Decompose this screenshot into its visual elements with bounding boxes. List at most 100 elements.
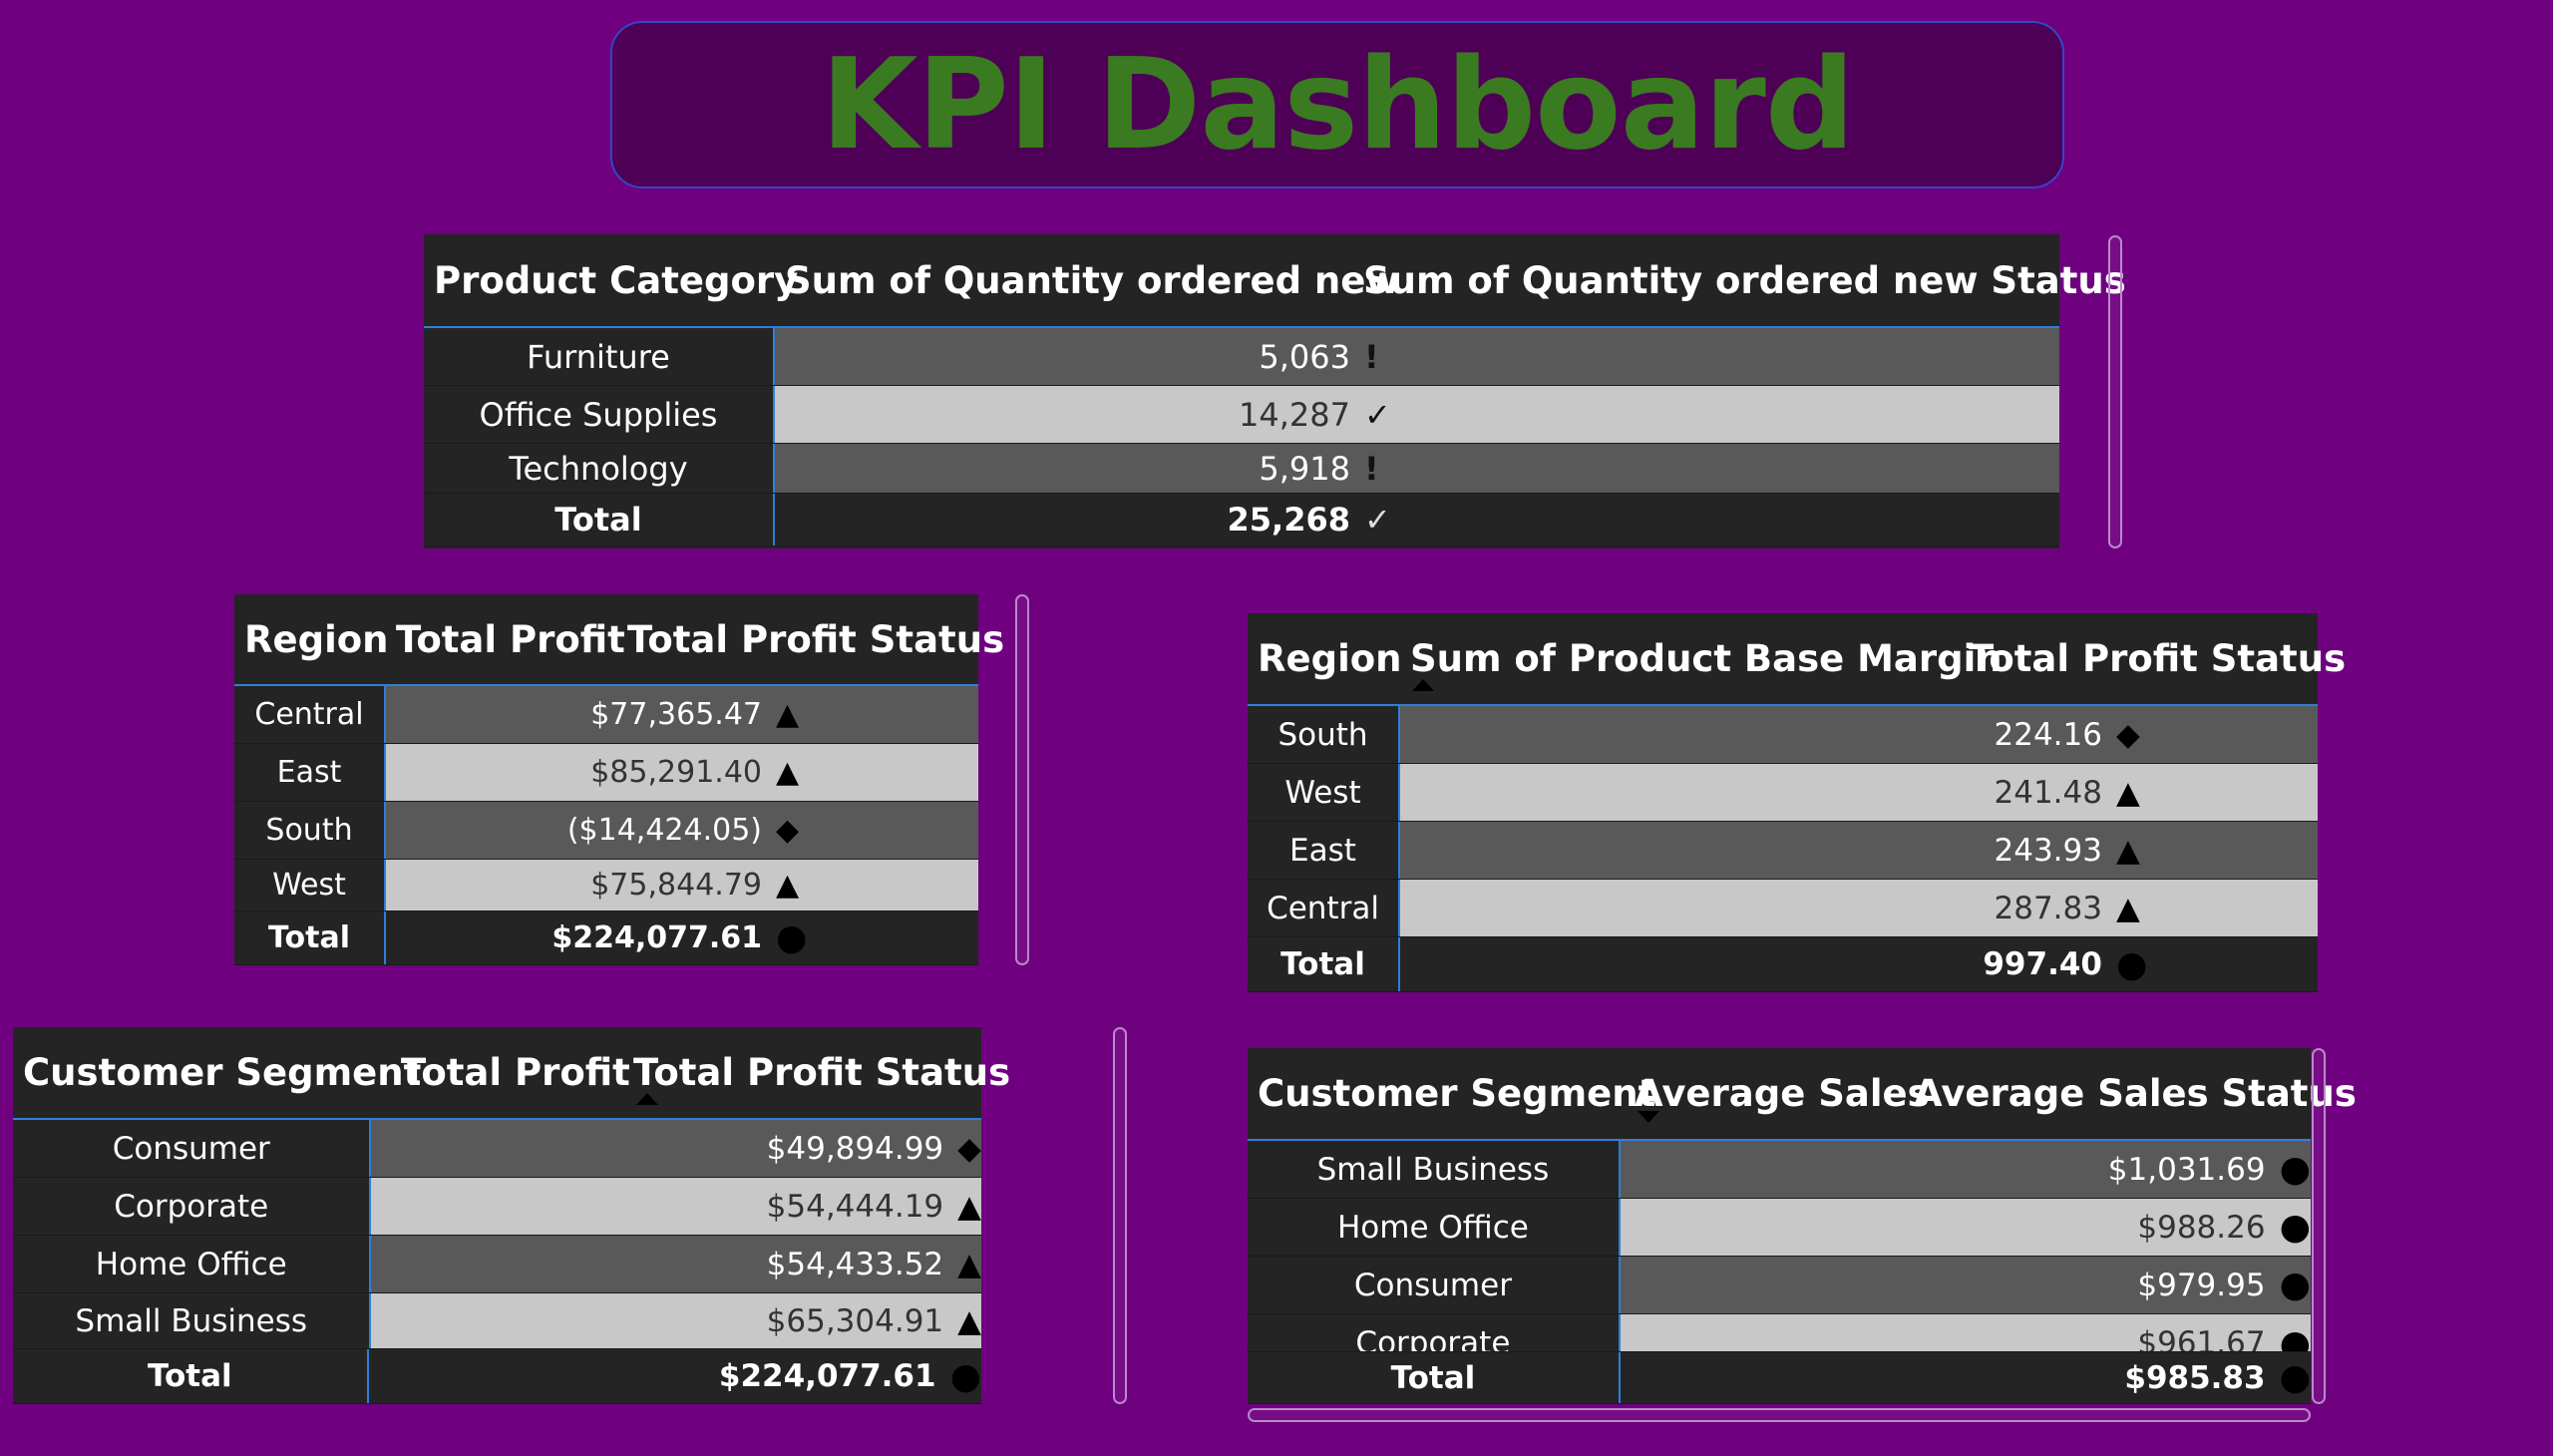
row-value: 243.93 [1400, 822, 2102, 879]
column-header[interactable]: Average Sales [1625, 1072, 1930, 1115]
warning-icon: ! [1350, 328, 2059, 385]
table-row[interactable]: Home Office $988.26 ● [1248, 1199, 2311, 1257]
horizontal-scrollbar[interactable] [1248, 1408, 2311, 1422]
column-header[interactable]: Region [234, 618, 389, 661]
region-margin-table[interactable]: Region Sum of Product Base Margin Total … [1248, 613, 2346, 992]
triangle-up-icon: ▲ [943, 1236, 981, 1292]
circle-icon: ● [762, 911, 978, 964]
row-label: Central [234, 686, 386, 743]
row-value: 287.83 [1400, 880, 2102, 936]
row-value: 241.48 [1400, 764, 2102, 821]
column-header[interactable]: Customer Segment [1248, 1072, 1655, 1115]
row-value: $65,304.91 [371, 1293, 944, 1348]
total-row[interactable]: Total 25,268 ✓ [424, 494, 2059, 546]
row-label: East [234, 744, 386, 801]
row-value: $54,444.19 [371, 1178, 944, 1235]
table-row[interactable]: West 241.48 ▲ [1248, 764, 2318, 822]
row-label: West [1248, 764, 1400, 821]
sort-descending-icon[interactable] [1638, 1111, 1659, 1123]
table-row[interactable]: Central $77,365.47 ▲ [234, 686, 978, 744]
table-row[interactable]: Consumer $49,894.99 ◆ [13, 1120, 981, 1178]
checkmark-icon: ✓ [1350, 494, 2059, 546]
column-header[interactable]: Customer Segment [13, 1051, 421, 1094]
total-row[interactable]: Total 997.40 ● [1248, 937, 2318, 992]
sort-ascending-icon[interactable] [636, 1093, 658, 1105]
triangle-up-icon: ▲ [943, 1293, 981, 1348]
circle-icon: ● [2265, 1314, 2311, 1351]
total-value: 997.40 [1400, 937, 2102, 991]
table-row[interactable]: Technology 5,918 ! [424, 444, 2059, 494]
column-header[interactable]: Total Profit [391, 1051, 630, 1094]
row-label: Consumer [13, 1120, 372, 1177]
vertical-scrollbar[interactable] [1113, 1027, 1127, 1404]
column-header[interactable]: Sum of Quantity ordered new Status [1353, 259, 2136, 302]
table-row[interactable]: Small Business $1,031.69 ● [1248, 1141, 2311, 1199]
column-header[interactable]: Total Profit [386, 618, 625, 661]
table-row[interactable]: East 243.93 ▲ [1248, 822, 2318, 880]
segment-sales-table[interactable]: Customer Segment Average Sales Average S… [1248, 1048, 2357, 1404]
table-header: Customer Segment Average Sales Average S… [1248, 1048, 2357, 1141]
total-row[interactable]: Total $224,077.61 ● [234, 911, 978, 965]
row-value: 5,063 [775, 328, 1350, 385]
table-row[interactable]: Home Office $54,433.52 ▲ [13, 1236, 981, 1293]
circle-icon: ● [2265, 1257, 2311, 1313]
column-header[interactable]: Region [1248, 637, 1402, 680]
column-header[interactable]: Total Profit Status [617, 618, 1014, 661]
table-row[interactable]: West $75,844.79 ▲ [234, 860, 978, 911]
table-row[interactable]: South ($14,424.05) ◆ [234, 802, 978, 860]
total-row[interactable]: Total $224,077.61 ● [13, 1349, 981, 1404]
column-header[interactable]: Product Category [424, 259, 798, 302]
total-label: Total [424, 494, 775, 546]
table-row[interactable]: Office Supplies 14,287 ✓ [424, 386, 2059, 444]
table-header: Customer Segment Total Profit Total Prof… [13, 1027, 1010, 1120]
row-label: Home Office [1248, 1199, 1621, 1256]
row-value: $54,433.52 [371, 1236, 944, 1292]
table-row[interactable]: South 224.16 ◆ [1248, 706, 2318, 764]
table-row[interactable]: Furniture 5,063 ! [424, 328, 2059, 386]
column-header[interactable]: Total Profit Status [1959, 637, 2356, 680]
row-value: 5,918 [775, 444, 1350, 493]
diamond-icon: ◆ [762, 802, 978, 859]
total-row[interactable]: Total $985.83 ● [1248, 1352, 2311, 1404]
table-row[interactable]: Consumer $979.95 ● [1248, 1257, 2311, 1314]
column-header[interactable]: Average Sales Status [1904, 1072, 2367, 1115]
circle-icon: ● [2265, 1141, 2311, 1198]
circle-icon: ● [935, 1349, 981, 1403]
table-row[interactable]: Corporate $961.67 ● [1248, 1314, 2311, 1352]
row-label: South [234, 802, 386, 859]
row-value: 14,287 [775, 386, 1350, 443]
vertical-scrollbar[interactable] [2312, 1048, 2326, 1404]
total-value: $224,077.61 [368, 1349, 936, 1403]
column-header[interactable]: Sum of Quantity ordered new [775, 259, 1400, 302]
triangle-up-icon: ▲ [2102, 880, 2318, 936]
table-row[interactable]: Corporate $54,444.19 ▲ [13, 1178, 981, 1236]
sort-ascending-icon[interactable] [1412, 679, 1434, 691]
row-label: Consumer [1248, 1257, 1621, 1313]
table-row[interactable]: East $85,291.40 ▲ [234, 744, 978, 802]
row-value: $85,291.40 [386, 744, 762, 801]
warning-icon: ! [1350, 444, 2059, 493]
total-label: Total [13, 1349, 369, 1403]
row-value: $988.26 [1620, 1199, 2266, 1256]
table-row[interactable]: Small Business $65,304.91 ▲ [13, 1293, 981, 1349]
row-value: $49,894.99 [371, 1120, 944, 1177]
row-value: $77,365.47 [386, 686, 762, 743]
table-header: Product Category Sum of Quantity ordered… [424, 234, 2126, 328]
vertical-scrollbar[interactable] [1015, 594, 1029, 965]
region-profit-table[interactable]: Region Total Profit Total Profit Status … [234, 594, 1004, 965]
vertical-scrollbar[interactable] [2108, 235, 2122, 548]
circle-icon: ● [2265, 1199, 2311, 1256]
circle-icon: ● [2102, 937, 2318, 991]
column-header[interactable]: Sum of Product Base Margin [1400, 637, 2003, 680]
row-value: 224.16 [1400, 706, 2102, 763]
dashboard-title: KPI Dashboard [820, 31, 1855, 178]
table-header: Region Sum of Product Base Margin Total … [1248, 613, 2346, 706]
row-label: Furniture [424, 328, 775, 385]
checkmark-icon: ✓ [1350, 386, 2059, 443]
table-row[interactable]: Central 287.83 ▲ [1248, 880, 2318, 937]
triangle-up-icon: ▲ [762, 686, 978, 743]
product-category-table[interactable]: Product Category Sum of Quantity ordered… [424, 234, 2126, 548]
segment-profit-table[interactable]: Customer Segment Total Profit Total Prof… [13, 1027, 1010, 1404]
triangle-up-icon: ▲ [2102, 764, 2318, 821]
column-header[interactable]: Total Profit Status [623, 1051, 1020, 1094]
